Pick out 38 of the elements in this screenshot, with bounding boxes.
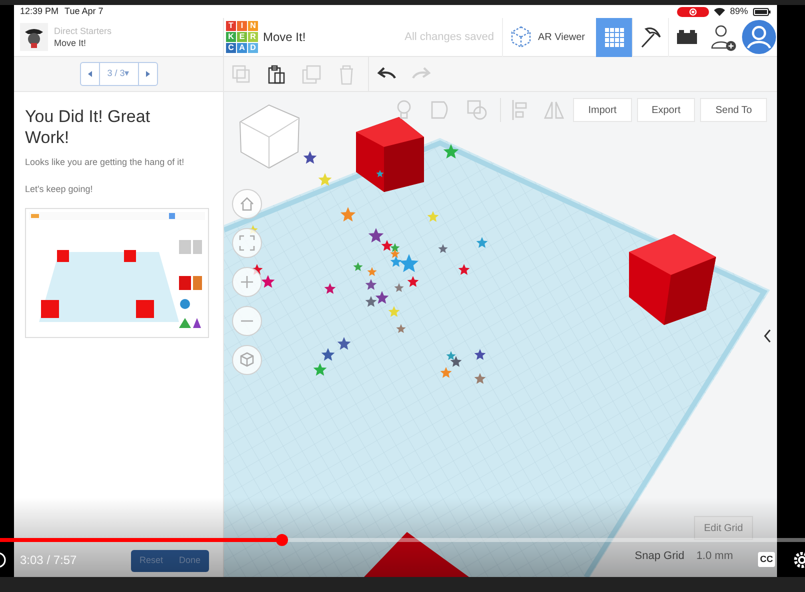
battery-percentage: 89% bbox=[730, 5, 748, 18]
design-title: Move It! bbox=[263, 29, 306, 46]
lesson-text: Let's keep going! bbox=[25, 182, 94, 196]
avatar-icon[interactable] bbox=[742, 20, 776, 54]
mirror-icon[interactable] bbox=[543, 99, 565, 121]
view-control-button[interactable] bbox=[232, 189, 262, 219]
mascot-icon bbox=[20, 23, 48, 51]
copy-icon bbox=[231, 64, 252, 84]
lesson-heading: You Did It! Great Work! bbox=[25, 106, 152, 148]
pickaxe-icon bbox=[638, 25, 662, 49]
battery-icon bbox=[753, 8, 771, 16]
video-time: 3:03 / 7:57 bbox=[20, 552, 77, 569]
settings-icon[interactable] bbox=[793, 551, 805, 569]
view-toggle-button[interactable] bbox=[596, 18, 632, 56]
subtract-icon[interactable] bbox=[466, 99, 488, 121]
duplicate-icon bbox=[301, 64, 322, 84]
clipboard-icon bbox=[266, 64, 287, 84]
view-cube-icon[interactable] bbox=[240, 104, 300, 169]
tinkercad-logo: T I N K E R C A D bbox=[226, 21, 258, 53]
chevron-left-icon[interactable] bbox=[764, 329, 771, 343]
status-time: 12:39 PM bbox=[20, 5, 59, 18]
cube-icon bbox=[508, 25, 533, 49]
snap-grid-dropdown[interactable]: 1.0 mm bbox=[696, 548, 733, 564]
status-date: Tue Apr 7 bbox=[64, 5, 104, 18]
align-icon[interactable] bbox=[511, 99, 529, 121]
course-category: Direct Starters bbox=[54, 25, 112, 37]
toolbar-action-button[interactable]: Send To bbox=[700, 98, 767, 122]
toolbar-action-button[interactable]: Export bbox=[636, 98, 696, 122]
brick-icon bbox=[676, 29, 698, 45]
video-progress-track[interactable] bbox=[0, 538, 805, 542]
wifi-icon bbox=[714, 8, 725, 16]
captions-button[interactable]: CC bbox=[758, 552, 775, 567]
grid-icon bbox=[604, 26, 624, 48]
lesson-title: Move It! bbox=[54, 37, 88, 49]
lesson-text: Looks like you are getting the hang of it! bbox=[25, 156, 186, 169]
play-icon[interactable] bbox=[0, 552, 6, 568]
snap-grid-label: Snap Grid bbox=[634, 549, 684, 564]
toolbar-action-button[interactable]: Import bbox=[573, 98, 632, 122]
